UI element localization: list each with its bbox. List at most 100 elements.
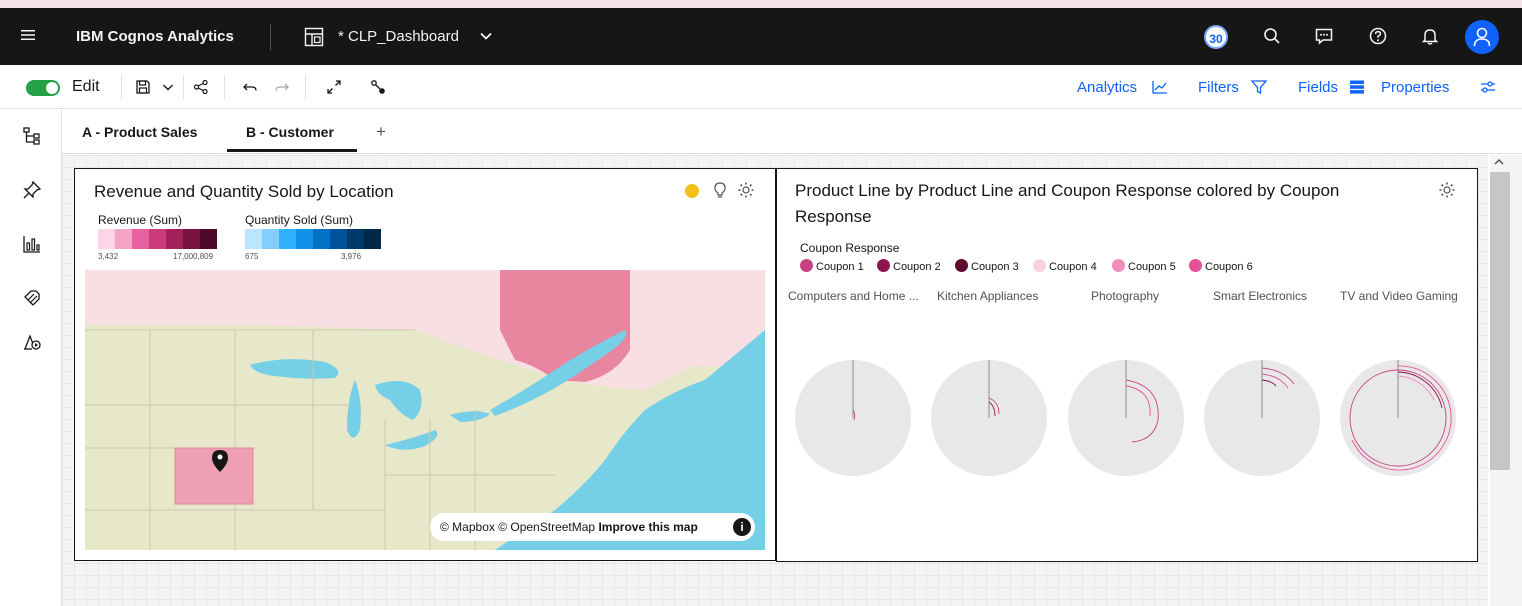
- user-icon: [1473, 27, 1491, 47]
- map-attribution-text: © Mapbox © OpenStreetMap: [440, 520, 596, 534]
- column-label-kitchen: Kitchen Appliances: [937, 289, 1039, 303]
- legend-swatch: [955, 259, 968, 272]
- column-label-computers: Computers and Home ...: [788, 289, 919, 303]
- revenue-swatch: [132, 229, 149, 249]
- dashboard-icon: [304, 27, 324, 47]
- filter-icon[interactable]: [1250, 79, 1268, 95]
- widgets-icon[interactable]: [22, 288, 42, 308]
- drill-path-icon[interactable]: [370, 79, 386, 95]
- scroll-up-icon[interactable]: [1493, 157, 1505, 167]
- notification-count-badge[interactable]: 30: [1204, 25, 1228, 49]
- dashboard-toolbar: Edit Analytics Filters Fields Properties: [0, 65, 1522, 109]
- legend-item-coupon-4[interactable]: Coupon 4: [1033, 259, 1097, 273]
- quantity-swatch: [296, 229, 313, 249]
- analytics-button[interactable]: Analytics: [1077, 79, 1137, 96]
- filters-button[interactable]: Filters: [1198, 79, 1239, 96]
- legend-item-coupon-5[interactable]: Coupon 5: [1112, 259, 1176, 273]
- search-icon[interactable]: [1262, 26, 1282, 46]
- settings-icon[interactable]: [1438, 181, 1456, 199]
- app-header: IBM Cognos Analytics * CLP_Dashboard 30: [0, 8, 1522, 65]
- revenue-swatch: [115, 229, 132, 249]
- revenue-swatch: [98, 229, 115, 249]
- chat-icon[interactable]: [1314, 26, 1334, 46]
- radial-chart-kitchen[interactable]: [929, 358, 1049, 478]
- quantity-legend-min: 675: [245, 252, 259, 261]
- info-icon[interactable]: i: [733, 518, 751, 536]
- visualizations-icon[interactable]: [22, 234, 42, 254]
- column-label-smart-electronics: Smart Electronics: [1213, 289, 1308, 303]
- quantity-swatch: [245, 229, 262, 249]
- legend-item-coupon-6[interactable]: Coupon 6: [1189, 259, 1253, 273]
- radial-chart-tv-gaming[interactable]: [1338, 358, 1458, 478]
- header-divider: [270, 24, 271, 50]
- pin-icon[interactable]: [22, 180, 42, 200]
- coupon-legend-title: Coupon Response: [800, 241, 900, 255]
- chevron-down-icon[interactable]: [479, 29, 493, 43]
- legend-item-coupon-2[interactable]: Coupon 2: [877, 259, 941, 273]
- coupon-chart-title: Product Line by Product Line and Coupon …: [795, 181, 1340, 226]
- tab-customer[interactable]: B - Customer: [246, 124, 334, 140]
- revenue-swatch: [149, 229, 166, 249]
- redo-icon[interactable]: [274, 79, 290, 95]
- fullscreen-icon[interactable]: [326, 79, 342, 95]
- undo-icon[interactable]: [242, 79, 258, 95]
- quantity-swatch: [330, 229, 347, 249]
- properties-button[interactable]: Properties: [1381, 79, 1449, 96]
- legend-item-coupon-3[interactable]: Coupon 3: [955, 259, 1019, 273]
- bell-icon[interactable]: [1420, 26, 1440, 46]
- chevron-down-icon[interactable]: [160, 79, 176, 95]
- warning-icon[interactable]: [685, 184, 699, 198]
- legend-label: Coupon 4: [1049, 261, 1097, 273]
- dashboard-title[interactable]: * CLP_Dashboard: [338, 28, 459, 45]
- revenue-swatch: [183, 229, 200, 249]
- quantity-swatch: [279, 229, 296, 249]
- share-icon[interactable]: [193, 79, 209, 95]
- media-icon[interactable]: [22, 332, 42, 352]
- help-icon[interactable]: [1368, 26, 1388, 46]
- radial-chart-computers[interactable]: [793, 358, 913, 478]
- revenue-legend-max: 17,000,809: [173, 252, 214, 261]
- legend-swatch: [800, 259, 813, 272]
- map-attribution: © Mapbox © OpenStreetMap Improve this ma…: [430, 513, 755, 541]
- quantity-color-scale: [245, 229, 381, 249]
- legend-swatch: [877, 259, 890, 272]
- active-tab-indicator: [227, 149, 357, 152]
- toolbar-divider: [224, 75, 225, 99]
- tab-product-sales[interactable]: A - Product Sales: [82, 124, 197, 140]
- scrollbar-thumb[interactable]: [1490, 172, 1510, 470]
- settings-icon[interactable]: [737, 181, 755, 199]
- revenue-legend-label: Revenue (Sum): [98, 213, 183, 227]
- save-icon[interactable]: [135, 79, 151, 95]
- revenue-legend-min: 3,432: [98, 252, 119, 261]
- lightbulb-icon[interactable]: [712, 181, 728, 199]
- quantity-legend-max: 3,976: [341, 252, 362, 261]
- toolbar-divider: [183, 75, 184, 99]
- quantity-swatch: [313, 229, 330, 249]
- toolbar-divider: [305, 75, 306, 99]
- app-brand[interactable]: IBM Cognos Analytics: [76, 28, 234, 45]
- hamburger-icon[interactable]: [20, 27, 36, 43]
- quantity-legend-label: Quantity Sold (Sum): [245, 213, 354, 227]
- radial-chart-smart-electronics[interactable]: [1202, 358, 1322, 478]
- toolbar-divider: [121, 75, 122, 99]
- map-view[interactable]: [85, 270, 765, 550]
- legend-swatch: [1033, 259, 1046, 272]
- top-accent-strip: [0, 0, 1522, 8]
- improve-map-link[interactable]: Improve this map: [598, 520, 697, 534]
- properties-icon[interactable]: [1479, 79, 1497, 95]
- analytics-icon[interactable]: [1151, 79, 1169, 95]
- map-canvas[interactable]: [85, 270, 765, 550]
- left-rail: [0, 110, 62, 606]
- radial-chart-photography[interactable]: [1066, 358, 1186, 478]
- fields-icon[interactable]: [1348, 79, 1366, 95]
- avatar[interactable]: [1465, 20, 1499, 54]
- dashboard-tabs: A - Product Sales B - Customer +: [62, 110, 1522, 154]
- map-widget-title: Revenue and Quantity Sold by Location: [94, 182, 394, 201]
- fields-button[interactable]: Fields: [1298, 79, 1338, 96]
- data-tree-icon[interactable]: [22, 126, 42, 146]
- legend-item-coupon-1[interactable]: Coupon 1: [800, 259, 864, 273]
- edit-toggle[interactable]: [26, 80, 60, 96]
- legend-label: Coupon 3: [971, 261, 1019, 273]
- legend-label: Coupon 5: [1128, 261, 1176, 273]
- add-tab-button[interactable]: +: [376, 122, 386, 142]
